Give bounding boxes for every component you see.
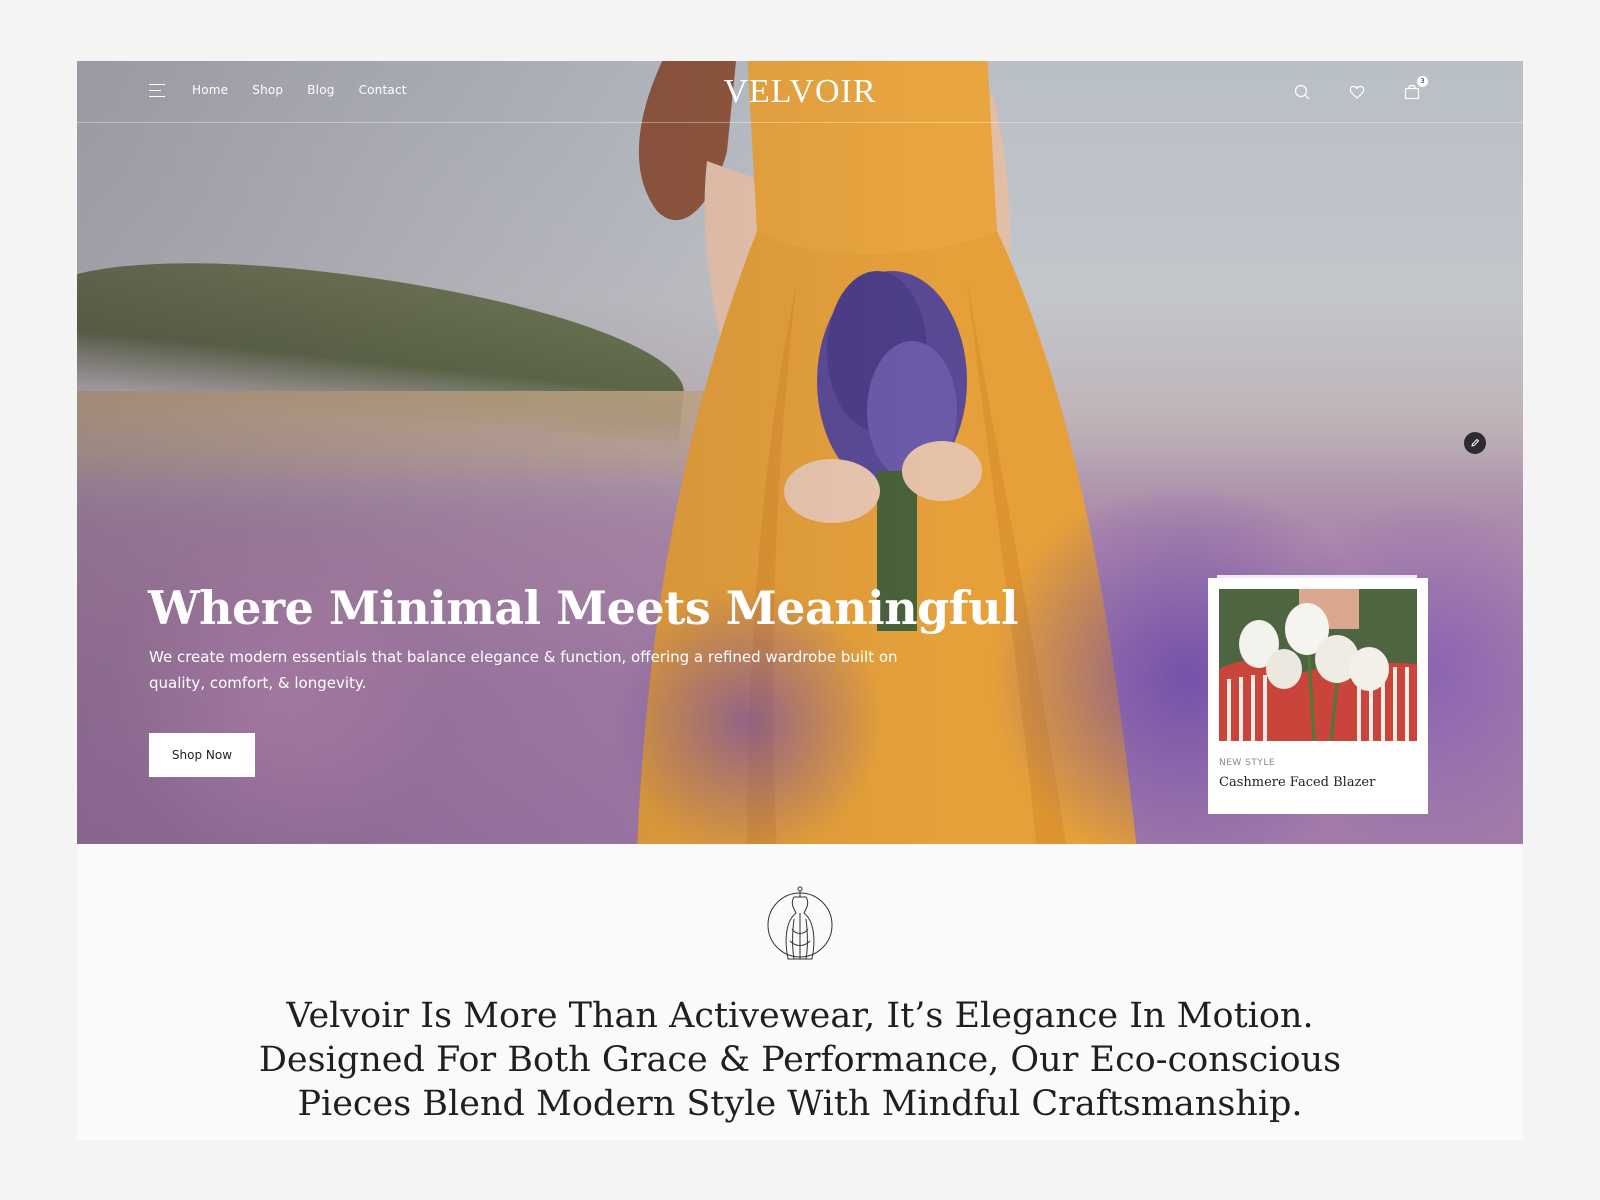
page-frame: Home Shop Blog Contact VELVOIR 3 Where M… xyxy=(77,61,1523,1140)
mission-line: Pieces Blend Modern Style With Mindful C… xyxy=(297,1084,1303,1124)
hero-title: Where Minimal Meets Meaningful xyxy=(148,581,1019,635)
bag-icon[interactable]: 3 xyxy=(1402,76,1428,102)
nav-link-contact[interactable]: Contact xyxy=(359,83,407,97)
search-icon[interactable] xyxy=(1292,82,1312,102)
product-tag: NEW STYLE xyxy=(1219,758,1276,768)
mission-statement: Velvoir Is More Than Activewear, It’s El… xyxy=(77,994,1523,1126)
product-image xyxy=(1219,589,1417,741)
product-name: Cashmere Faced Blazer xyxy=(1219,775,1376,790)
nav-links: Home Shop Blog Contact xyxy=(192,83,407,97)
hero-banner: Home Shop Blog Contact VELVOIR 3 Where M… xyxy=(77,61,1523,844)
nav-link-home[interactable]: Home xyxy=(192,83,228,97)
featured-product-card[interactable]: NEW STYLE Cashmere Faced Blazer xyxy=(1208,578,1428,814)
hamburger-icon[interactable] xyxy=(149,84,165,98)
nav-link-blog[interactable]: Blog xyxy=(307,83,334,97)
nav-link-shop[interactable]: Shop xyxy=(252,83,283,97)
shop-now-button[interactable]: Shop Now xyxy=(149,733,255,777)
cart-count-badge: 3 xyxy=(1417,76,1428,87)
mission-line: Velvoir Is More Than Activewear, It’s El… xyxy=(286,996,1314,1036)
pencil-icon[interactable] xyxy=(1464,432,1486,454)
brand-logo[interactable]: VELVOIR xyxy=(723,73,876,110)
heart-icon[interactable] xyxy=(1347,82,1367,102)
top-navigation: Home Shop Blog Contact VELVOIR 3 xyxy=(77,61,1523,123)
mission-line: Designed For Both Grace & Performance, O… xyxy=(258,1040,1342,1080)
dress-form-icon xyxy=(767,886,833,960)
hero-subtitle: We create modern essentials that balance… xyxy=(149,648,898,692)
